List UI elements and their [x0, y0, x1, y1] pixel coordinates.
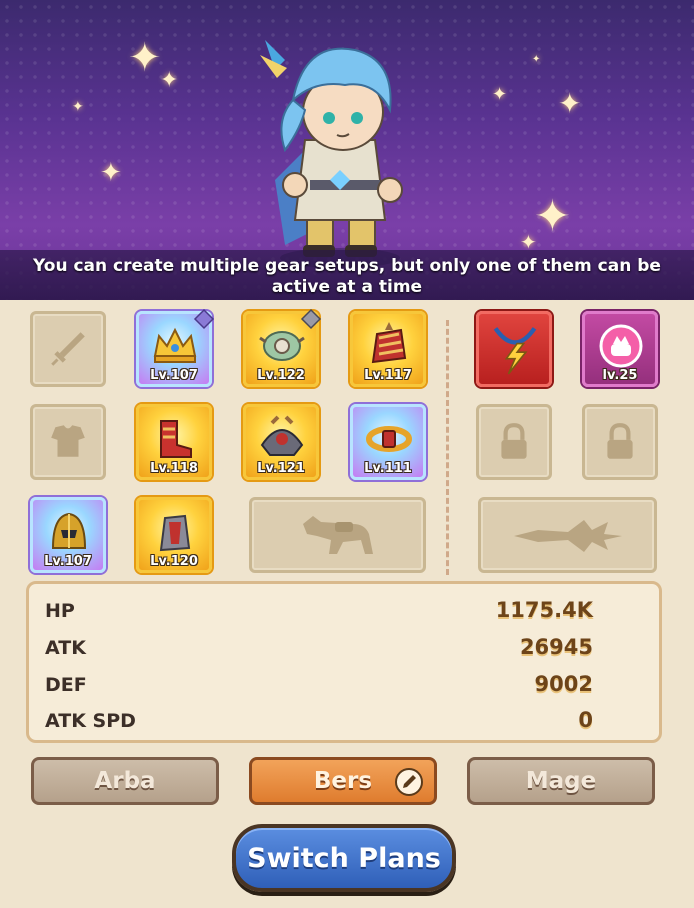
stat-row-def: DEF 9002 — [45, 672, 593, 702]
sparkle-icon: ✦ — [532, 54, 541, 65]
boots-icon — [160, 420, 192, 458]
helm-slot[interactable]: Lv.107 — [136, 308, 215, 387]
pet-slot[interactable]: lv.25 — [582, 311, 658, 387]
sparkle-icon: ✦ — [558, 87, 582, 120]
locked-slot[interactable] — [476, 404, 552, 480]
stat-name: ATK — [45, 637, 86, 659]
shoulder-slot[interactable]: Lv.121 — [243, 404, 319, 480]
gear-level: Lv.120 — [150, 554, 198, 569]
stat-name: HP — [45, 600, 75, 622]
belt-slot[interactable]: Lv.111 — [350, 404, 426, 480]
gear-level: Lv.122 — [257, 368, 305, 383]
sparkle-icon: ✦ — [72, 99, 84, 115]
armor-slot[interactable] — [30, 404, 106, 480]
plan-tab-bers[interactable]: Bers — [249, 757, 437, 805]
boots-slot[interactable]: Lv.118 — [136, 404, 212, 480]
locked-slot[interactable] — [582, 404, 658, 480]
lock-icon — [607, 423, 633, 459]
stat-value: 26945 — [519, 635, 593, 659]
stats-panel: HP 1175.4K ATK 26945 DEF 9002 ATK SPD 0 — [26, 581, 662, 743]
sparkle-icon: ✦ — [100, 158, 122, 188]
wing-slot[interactable] — [478, 497, 657, 573]
sparkle-icon: ✦ — [128, 35, 162, 81]
lock-icon — [501, 423, 527, 459]
pet-level: lv.25 — [602, 368, 638, 383]
shoulder-icon — [260, 415, 304, 456]
stat-value: 9002 — [534, 672, 593, 696]
sparkle-icon: ✦ — [534, 191, 571, 242]
plan-tab-mage[interactable]: Mage — [467, 757, 655, 805]
stat-value: 1175.4K — [495, 598, 593, 622]
stat-name: DEF — [45, 674, 87, 696]
wing-icon — [513, 520, 622, 552]
bracer-slot[interactable]: Lv.120 — [136, 497, 212, 573]
hero-banner: ✦ ✦ ✦ ✦ ✦ ✦ ✦ ✦ ✦ You can create multipl… — [0, 0, 694, 300]
gear-level: Lv.118 — [150, 461, 198, 476]
stat-row-atk-spd: ATK SPD 0 — [45, 708, 593, 738]
plan-label: Bers — [313, 768, 373, 794]
horse-icon — [302, 516, 373, 554]
hero-character-icon — [260, 40, 403, 268]
crown-icon — [153, 327, 197, 363]
upgrade-icon — [193, 308, 215, 330]
pet-icon — [599, 324, 643, 368]
sparkle-icon: ✦ — [160, 68, 179, 93]
stat-row-hp: HP 1175.4K — [45, 598, 593, 628]
armor-icon — [51, 425, 85, 457]
upgrade-icon — [300, 308, 322, 330]
plan-tab-arba[interactable]: Arba — [31, 757, 219, 805]
stat-row-atk: ATK 26945 — [45, 635, 593, 665]
gear-level: Lv.121 — [257, 461, 305, 476]
ring-slot[interactable]: Lv.107 — [30, 497, 106, 573]
sparkle-icon: ✦ — [520, 230, 537, 254]
bracer-icon — [159, 514, 191, 552]
hint-text: You can create multiple gear setups, but… — [33, 256, 661, 297]
sparkle-icon: ✦ — [492, 84, 508, 105]
sword-icon — [51, 332, 85, 366]
amulet-icon — [259, 331, 305, 361]
stat-value: 0 — [578, 708, 593, 732]
gear-divider — [446, 320, 449, 575]
lightning-necklace-icon — [493, 327, 537, 375]
gear-level: Lv.111 — [364, 461, 412, 476]
gloves-slot[interactable]: Lv.117 — [350, 311, 426, 387]
weapon-slot[interactable] — [30, 311, 106, 387]
switch-plans-button[interactable]: Switch Plans — [232, 824, 456, 892]
necklace-slot[interactable] — [476, 311, 552, 387]
helmet-icon — [51, 512, 87, 549]
stat-name: ATK SPD — [45, 710, 136, 732]
gear-level: Lv.117 — [364, 368, 412, 383]
mount-slot[interactable] — [249, 497, 426, 573]
belt-icon — [366, 426, 412, 452]
gauntlet-icon — [371, 322, 407, 364]
gear-level: Lv.107 — [150, 368, 198, 383]
gear-level: Lv.107 — [44, 554, 92, 569]
amulet-slot[interactable]: Lv.122 — [243, 308, 322, 387]
pencil-icon[interactable] — [394, 767, 424, 797]
